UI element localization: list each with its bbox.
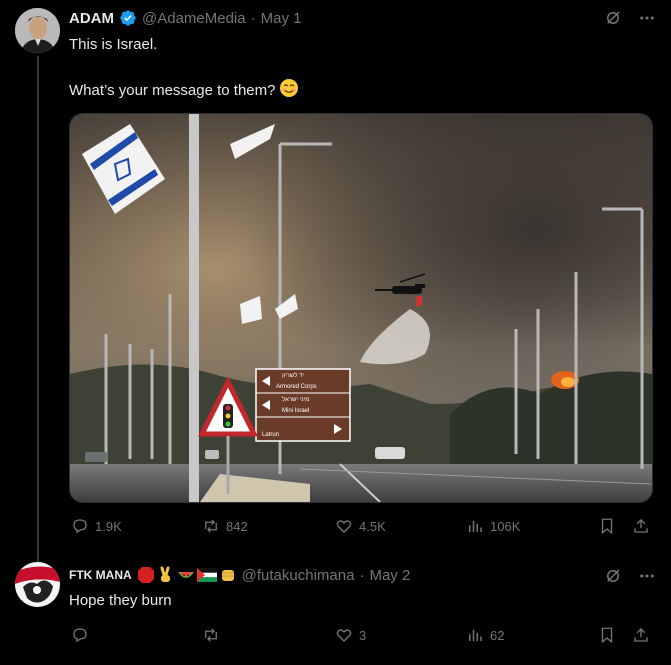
bookmark-button[interactable] [598,517,616,535]
like-icon [336,520,352,533]
post-text-line1: This is Israel. [69,36,158,53]
verified-icon[interactable] [119,9,137,27]
raised-fist-emoji-icon [221,570,234,581]
avatar-adam[interactable] [15,8,60,53]
reply-icon [73,628,87,643]
sign-hebrew-2: מיני ישראל [282,395,309,403]
repost-icon [205,628,217,642]
reply-top-actions [604,567,656,590]
post-image[interactable]: יד לשריון Armored Corps מיני ישראל Mini … [69,113,653,503]
reply-icon [73,519,87,534]
views-icon [469,520,482,532]
emoji-row [137,566,237,584]
share-icon [634,628,648,642]
views-count: 106K [490,518,521,534]
like-icon [336,629,352,642]
reply-header: FTK MANA @futakuchimana · May 2 [69,565,410,585]
post-date[interactable]: May 1 [261,10,302,27]
grok-icon[interactable] [604,9,622,32]
red-octagon-emoji-icon [137,567,154,583]
repost-button[interactable]: 842 [202,517,248,535]
post-adam[interactable]: ADAM @AdameMedia · May 1 This is Israel.… [0,0,671,562]
palestine-flag-emoji-icon [196,568,217,582]
reply-separator-dot: · [359,566,365,584]
bookmark-icon [601,518,613,535]
reply-repost-button[interactable] [202,626,226,644]
reply-author-handle[interactable]: @futakuchimana [242,567,355,584]
share-icon [634,519,648,533]
reply-views-count: 62 [490,627,505,643]
reply-like-count: 3 [359,627,367,643]
like-button[interactable]: 4.5K [335,517,386,535]
reply-like-button[interactable]: 3 [335,626,366,644]
author-name[interactable]: ADAM [69,10,114,27]
views-button[interactable]: 106K [466,517,520,535]
reply-count: 1.9K [95,518,122,534]
post-top-actions [604,9,656,32]
sign-text-1: Armored Corps [276,384,317,390]
post-reply[interactable]: FTK MANA @futakuchimana · May 2 Hope the… [0,552,671,665]
reply-bookmark-button[interactable] [598,626,616,644]
post-text-line2-row: What’s your message to them? [69,78,299,104]
reply-views-button[interactable]: 62 [466,626,504,644]
victory-hand-emoji-icon [160,566,170,582]
like-count: 4.5K [359,518,386,534]
smiling-face-emoji-icon [279,78,299,104]
more-icon[interactable] [638,567,656,590]
bookmark-icon [601,627,613,644]
sign-text-2: Mini Israel [282,408,309,414]
share-button[interactable] [632,517,650,535]
reply-reply-button[interactable] [71,626,95,644]
post-header: ADAM @AdameMedia · May 1 [69,8,301,28]
watermelon-emoji-icon [177,572,194,578]
author-handle[interactable]: @AdameMedia [142,10,246,27]
post-text-line2: What’s your message to them? [69,82,276,99]
road-sign: יד לשריון Armored Corps מיני ישראל Mini … [255,368,351,442]
reply-button[interactable]: 1.9K [71,517,122,535]
reply-date[interactable]: May 2 [369,567,410,584]
avatar-ftk-mana[interactable] [15,562,60,607]
sign-text-3: Latrun [262,432,279,438]
thread-line [37,56,39,562]
grok-icon[interactable] [604,567,622,590]
repost-icon [205,519,217,533]
views-icon [469,629,482,641]
reply-share-button[interactable] [632,626,650,644]
more-icon[interactable] [638,9,656,32]
reply-author-name[interactable]: FTK MANA [69,568,132,582]
repost-count: 842 [226,518,248,534]
separator-dot: · [250,9,256,27]
reply-text: Hope they burn [69,592,172,609]
sign-hebrew-1: יד לשריון [282,371,304,379]
